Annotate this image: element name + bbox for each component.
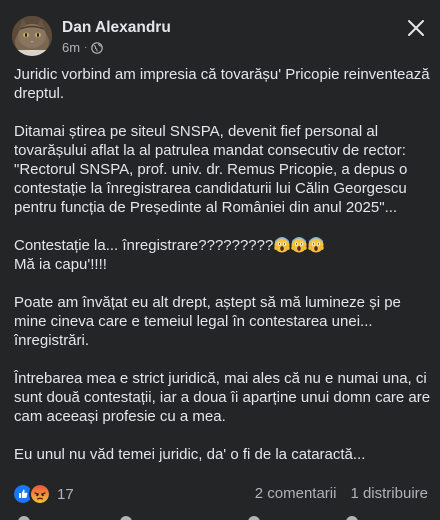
globe-icon[interactable]: [91, 41, 104, 54]
post-footer: 17 2 comentarii 1 distribuire: [0, 480, 440, 506]
post-header: Dan Alexandru 6m ·: [0, 0, 440, 64]
post-meta: 6m ·: [62, 40, 104, 55]
comments-link[interactable]: 2 comentarii: [255, 485, 337, 502]
paragraph-4: Poate am învățat eu alt drept, aștept să…: [14, 294, 401, 349]
reaction-count: 17: [57, 485, 74, 503]
engagement-links: 2 comentarii 1 distribuire: [255, 485, 428, 502]
author-name[interactable]: Dan Alexandru: [62, 19, 171, 37]
shares-link[interactable]: 1 distribuire: [350, 485, 428, 502]
author-avatar[interactable]: [12, 16, 52, 56]
paragraph-6: Eu unul nu văd temei juridic, da' o fi d…: [14, 446, 366, 463]
action-bar-edge: [18, 516, 358, 520]
meta-separator: ·: [84, 42, 88, 53]
exclaim-line-2: Mă ia capu'!!!!: [14, 256, 107, 273]
reactions-summary[interactable]: 17: [12, 483, 74, 505]
paragraph-2: Ditamai știrea pe siteul SNSPA, devenit …: [14, 123, 408, 216]
screaming-face-emoji: [274, 237, 291, 253]
paragraph-1: Juridic vorbind am impresia că tovarășu'…: [14, 66, 430, 102]
screaming-face-emoji: [291, 237, 308, 253]
close-icon[interactable]: [402, 14, 430, 42]
screaming-face-emoji: [308, 237, 325, 253]
angry-icon: [29, 483, 51, 505]
paragraph-5: Întrebarea mea e strict juridică, mai al…: [14, 370, 431, 425]
paragraph-3: Contestație la... înregistrare????????? M…: [14, 236, 432, 274]
post-time[interactable]: 6m: [62, 40, 80, 55]
post-text: Juridic vorbind am impresia că tovarășu'…: [14, 65, 432, 483]
exclaim-line-1: Contestație la... înregistrare?????????: [14, 237, 274, 254]
